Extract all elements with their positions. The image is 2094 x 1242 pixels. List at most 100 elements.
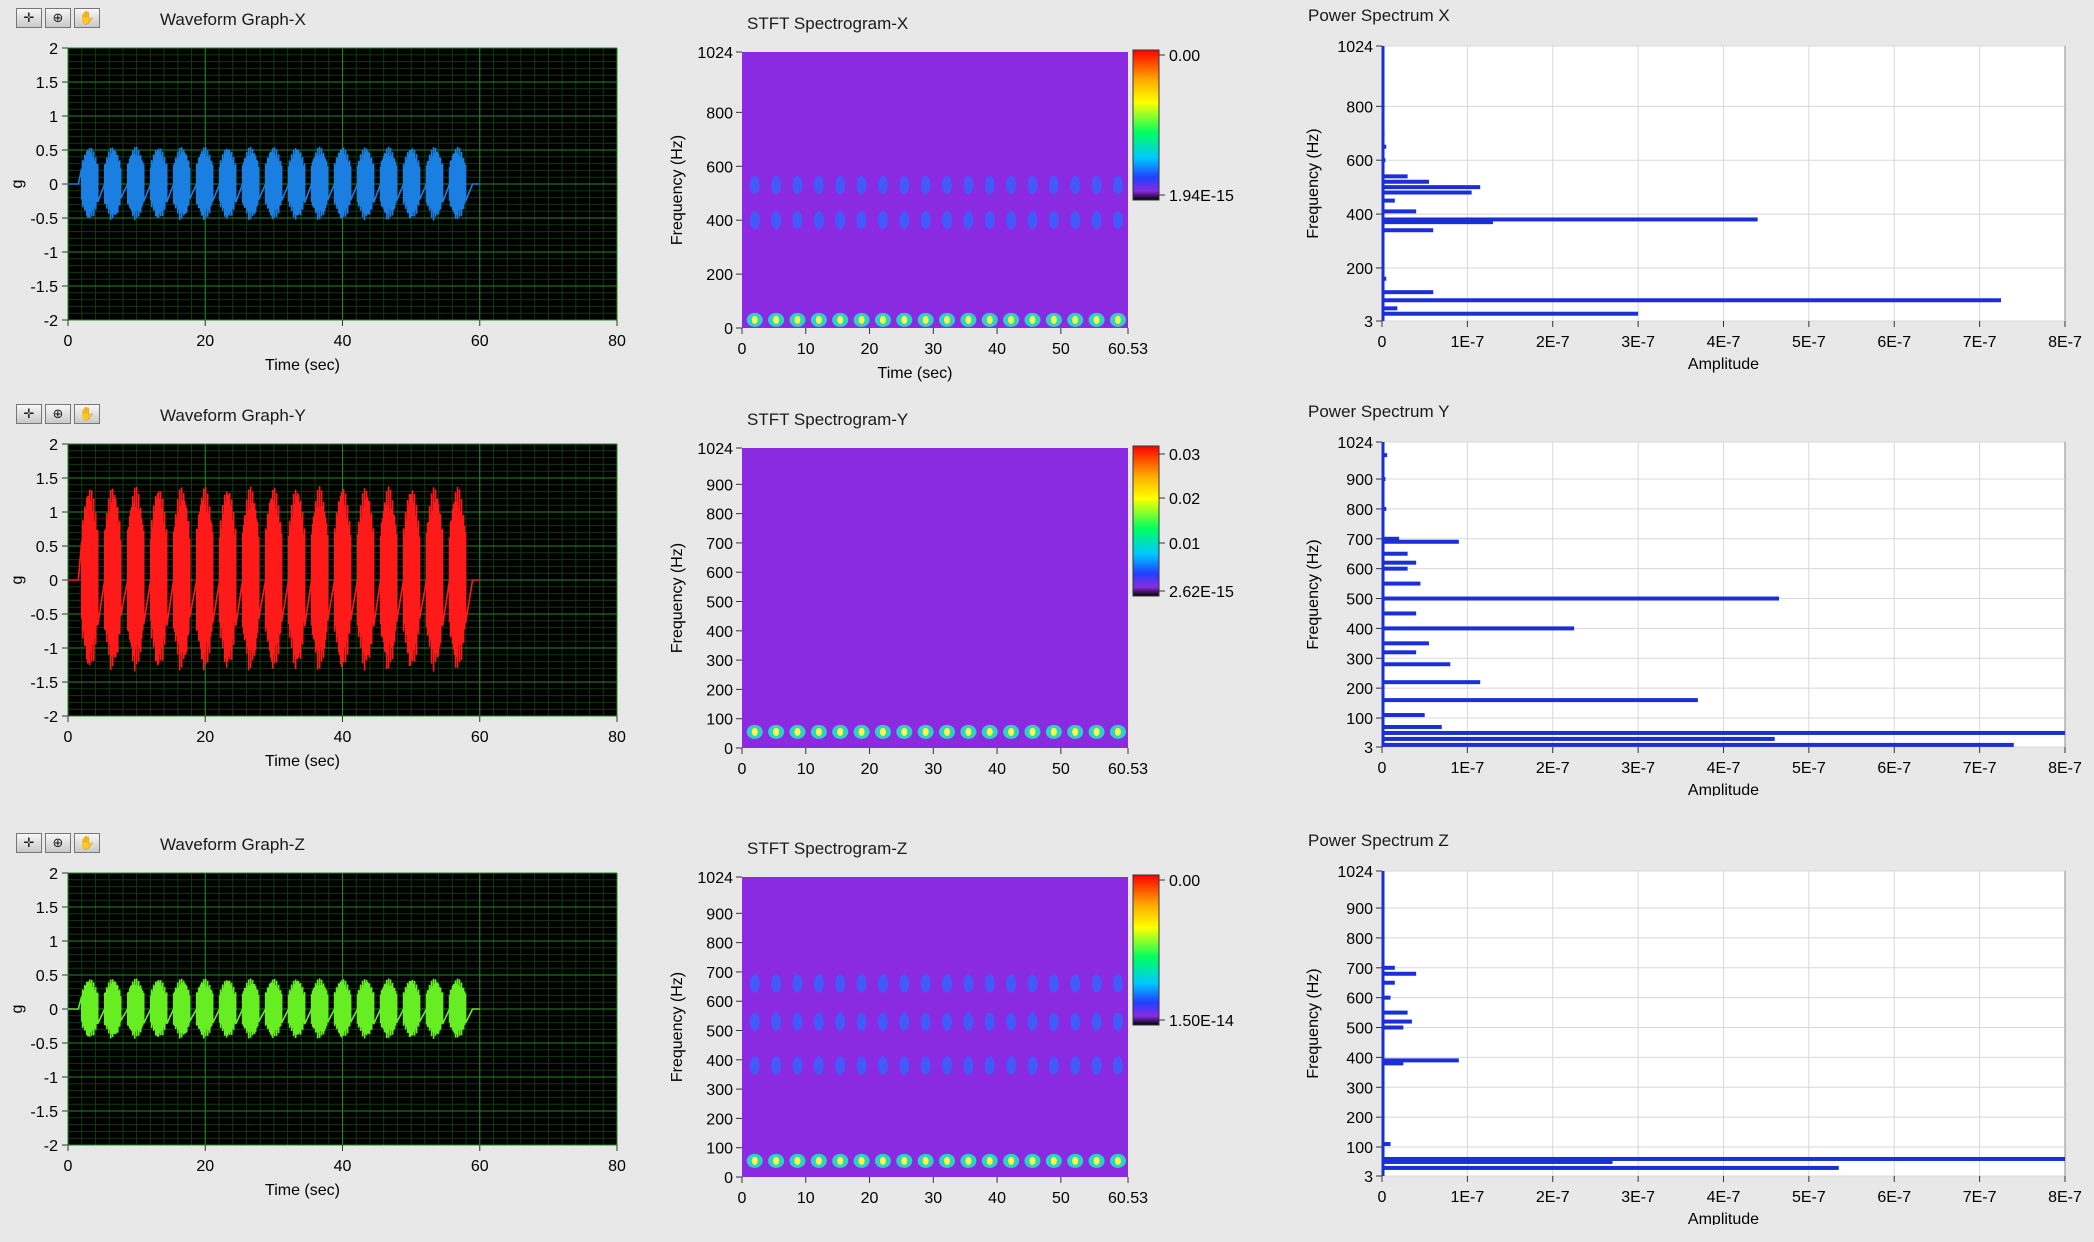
spectrum-bar: [1382, 566, 1408, 571]
y-axis-label: g: [9, 576, 26, 585]
spectral-peak: [1029, 315, 1036, 324]
x-tick-label: 40: [334, 1158, 352, 1175]
power-spectrum-x[interactable]: 1024 800 600 400 200 30 1E-7 2E-7 3E-7 4E-7 5E-7 6E…: [1290, 30, 2090, 400]
spectral-peak: [1114, 1156, 1121, 1165]
spectral-blob: [984, 211, 995, 230]
y-tick-label: -2: [44, 313, 58, 330]
spectral-blob: [813, 974, 824, 993]
spectral-peak: [1008, 1156, 1015, 1165]
y-tick-label: 900: [706, 906, 733, 923]
spectral-blob: [877, 1056, 888, 1075]
y-tick-label: 200: [706, 267, 733, 284]
spectral-blob: [792, 974, 803, 993]
spectral-blob: [1070, 211, 1081, 230]
spectral-peak: [837, 1156, 844, 1165]
waveform-title-x: Waveform Graph-X: [160, 10, 306, 29]
waveform-graph-y[interactable]: 2 1.5 1 0.5 0 -0.5 -1 -1.5 -2 0 20 40 60 80 Time (sec)…: [0, 436, 650, 776]
spectral-blob: [1112, 1056, 1123, 1075]
y-tick-label: 0: [724, 741, 733, 758]
x-tick-label: 3E-7: [1621, 334, 1655, 351]
spectral-blob: [749, 1056, 760, 1075]
spectrum-bar: [1382, 724, 1442, 729]
spectral-peak: [1008, 727, 1015, 736]
spectral-blob: [899, 1012, 910, 1031]
y-tick-label: 2: [49, 866, 58, 883]
x-tick-label: 80: [608, 333, 626, 350]
spectral-peak: [751, 315, 758, 324]
spectrum-bar: [1382, 742, 2014, 747]
spectrum-bar: [1382, 131, 1385, 136]
spectral-blob: [835, 211, 846, 230]
y-tick-label: 1024: [1337, 864, 1373, 881]
spectral-blob: [1091, 176, 1102, 195]
spectrum-bar: [1382, 581, 1421, 586]
y-tick-label: 0: [49, 573, 58, 590]
pan-tool-icon[interactable]: ✋: [74, 833, 100, 853]
pan-tool-icon[interactable]: ✋: [74, 8, 100, 28]
y-tick-label: 0: [724, 1170, 733, 1187]
y-tick-label: 3: [1364, 1169, 1373, 1186]
y-tick-label: 200: [706, 1111, 733, 1128]
x-axis-label: Time (sec): [878, 785, 953, 786]
spectral-blob: [771, 176, 782, 195]
y-tick-label: -2: [44, 1138, 58, 1155]
spectral-peak: [837, 727, 844, 736]
spectral-blob: [835, 176, 846, 195]
spectrogram-x[interactable]: 1024 800 600 400 200 00 10 20 30 40 50 60.53 Time (s…: [650, 30, 1270, 390]
power-spectrum-z[interactable]: 1024 900 800 700 600 500 400 300 200 100 30 1E-7 2E-…: [1290, 855, 2090, 1225]
spectrum-bar: [1382, 198, 1395, 203]
waveform-graph-x[interactable]: 2 1.5 1 0.5 0 -0.5 -1 -1.5 -2 0 20 40 60 80 Time (sec)…: [0, 40, 650, 380]
spectrum-bar: [1382, 971, 1417, 976]
y-tick-label: 1.5: [36, 75, 58, 92]
spectral-peak: [858, 315, 865, 324]
spectrum-bar: [1382, 1165, 1839, 1170]
zoom-tool-icon[interactable]: ⊕: [45, 404, 71, 424]
zoom-tool-icon[interactable]: ⊕: [45, 833, 71, 853]
zoom-tool-icon[interactable]: ⊕: [45, 8, 71, 28]
graph-palette: ✛ ⊕ ✋: [16, 404, 100, 424]
waveform-graph-z[interactable]: 2 1.5 1 0.5 0 -0.5 -1 -1.5 -2 0 20 40 60 80 Time (sec)…: [0, 865, 650, 1205]
spectral-blob: [835, 1012, 846, 1031]
spectrum-bar: [1382, 190, 1472, 195]
x-tick-label: 6E-7: [1877, 334, 1911, 351]
x-tick-label: 30: [924, 1190, 942, 1207]
spectral-blob: [813, 1056, 824, 1075]
spectral-blob: [920, 211, 931, 230]
spectrogram-y[interactable]: 1024 900 800 700 600 500 400 300 200 100 00 10 20 30 4…: [650, 426, 1270, 786]
x-tick-label: 60.53: [1108, 761, 1148, 778]
spectral-peak: [1029, 727, 1036, 736]
power-spectrum-y[interactable]: 1024 900 800 700 600 500 400 300 200 100 30 1E-7 2E-…: [1290, 426, 2090, 796]
x-tick-label: 0: [1378, 334, 1387, 351]
colorbar-label: 0.00: [1169, 873, 1200, 890]
y-tick-label: 1: [49, 109, 58, 126]
x-tick-label: 2E-7: [1536, 1189, 1570, 1206]
y-tick-label: 600: [706, 159, 733, 176]
spectral-blob: [835, 1056, 846, 1075]
cursor-tool-icon[interactable]: ✛: [16, 404, 42, 424]
y-tick-label: 200: [1346, 261, 1373, 278]
spectral-blob: [835, 974, 846, 993]
spectral-peak: [837, 315, 844, 324]
spectral-peak: [1029, 1156, 1036, 1165]
spectrum-bar: [1382, 662, 1451, 667]
colorbar-label: 0.02: [1169, 491, 1200, 508]
spectrum-bar: [1382, 276, 1387, 281]
spectral-blob: [963, 1012, 974, 1031]
spectrogram-z[interactable]: 1024 900 800 700 600 500 400 300 200 100 00 10 20 30 4…: [650, 855, 1270, 1215]
waveform-title-z: Waveform Graph-Z: [160, 835, 305, 854]
y-tick-label: 0.5: [36, 539, 58, 556]
y-tick-label: 400: [1346, 207, 1373, 224]
cursor-tool-icon[interactable]: ✛: [16, 8, 42, 28]
spectral-blob: [1006, 211, 1017, 230]
spectral-blob: [813, 176, 824, 195]
x-tick-label: 0: [738, 761, 747, 778]
cursor-tool-icon[interactable]: ✛: [16, 833, 42, 853]
spectral-peak: [944, 315, 951, 324]
spectral-peak: [901, 727, 908, 736]
pan-tool-icon[interactable]: ✋: [74, 404, 100, 424]
spectral-peak: [1114, 315, 1121, 324]
spectral-peak: [1008, 315, 1015, 324]
y-tick-label: -1: [44, 245, 58, 262]
x-tick-label: 0: [64, 1158, 73, 1175]
x-tick-label: 4E-7: [1707, 760, 1741, 777]
